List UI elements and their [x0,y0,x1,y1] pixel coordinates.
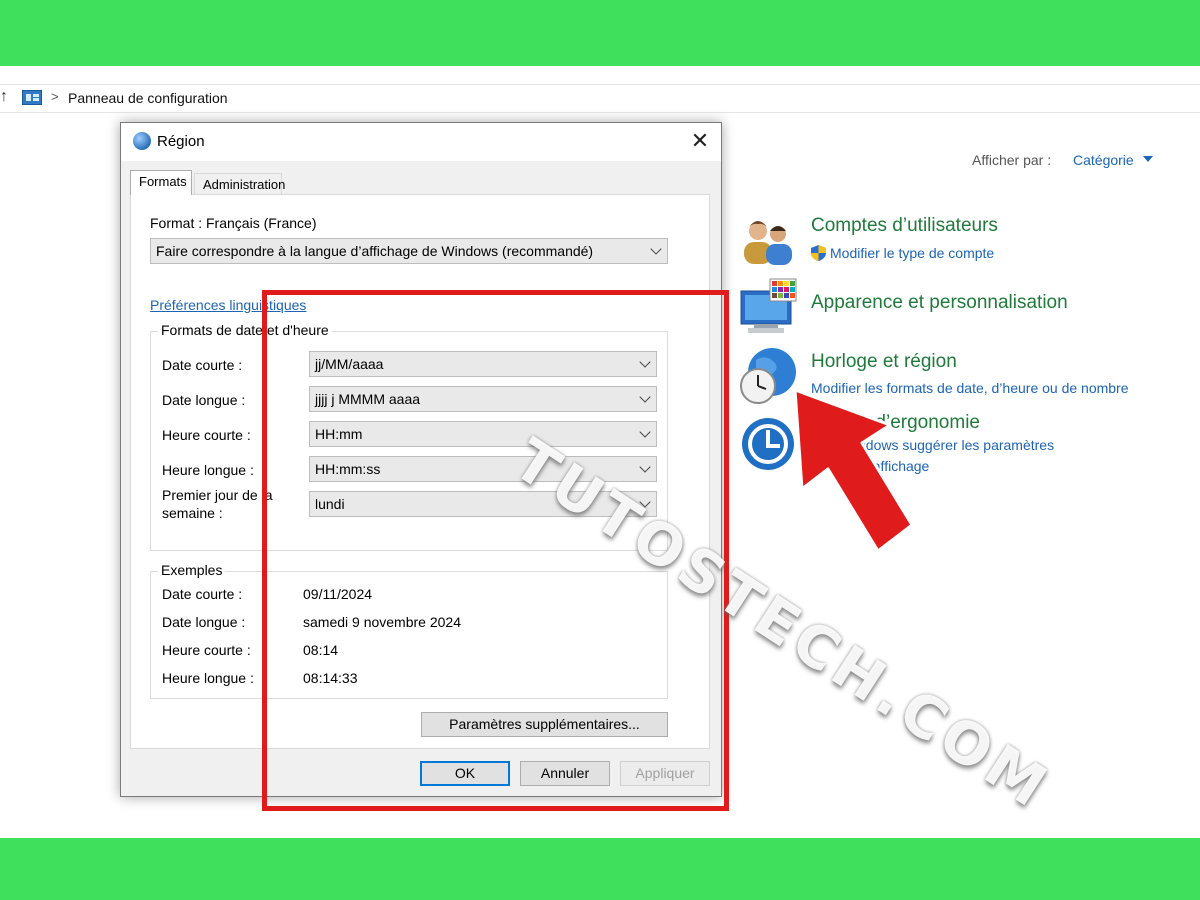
chevron-down-icon [639,356,651,368]
chevron-down-icon[interactable] [1143,156,1153,162]
change-date-formats-link[interactable]: Modifier les formats de date, d’heure ou… [811,380,1129,396]
top-green-band [0,0,1200,66]
change-account-type-link[interactable]: Modifier le type de compte [830,245,994,261]
short-time-label: Heure courte : [162,427,251,443]
close-icon[interactable]: ✕ [687,128,713,154]
long-time-select[interactable]: HH:mm:ss [309,456,657,482]
example-long-date-label: Date longue : [162,614,246,630]
language-preferences-link[interactable]: Préférences linguistiques [150,297,306,313]
globe-icon [133,132,151,150]
example-long-time-value: 08:14:33 [303,670,358,686]
long-date-select[interactable]: jjjj j MMMM aaaa [309,386,657,412]
additional-settings-button[interactable]: Paramètres supplémentaires... [421,712,668,737]
short-date-label: Date courte : [162,357,243,373]
group-title: Formats de date et d'heure [158,322,332,338]
ok-button[interactable]: OK [420,761,510,786]
example-short-date-value: 09/11/2024 [303,586,373,602]
first-day-value: lundi [315,496,345,512]
chevron-down-icon [639,426,651,438]
long-time-value: HH:mm:ss [315,461,381,477]
first-day-select[interactable]: lundi [309,491,657,517]
view-by-dropdown[interactable]: Catégorie [1073,152,1134,168]
suggest-settings-link[interactable]: ndows suggérer les paramètres [858,437,1054,453]
breadcrumb-separator[interactable]: > [51,89,59,104]
clock-globe-icon[interactable] [736,344,798,408]
category-user-accounts[interactable]: Comptes d’utilisateurs [811,215,998,237]
first-day-label: Premier jour de la semaine : [162,487,273,521]
format-select-value: Faire correspondre à la langue d’afficha… [156,243,594,259]
example-short-time-value: 08:14 [303,642,339,658]
long-time-label: Heure longue : [162,462,254,478]
uac-shield-icon [811,245,826,261]
example-long-time-label: Heure longue : [162,670,254,686]
chevron-down-icon [639,391,651,403]
dialog-title: Région [157,133,205,150]
tab-administration[interactable]: Administration [194,173,285,195]
group-title: Exemples [158,562,226,578]
cancel-button[interactable]: Annuler [520,761,610,786]
breadcrumb-control-panel[interactable]: Panneau de configuration [68,90,228,106]
chevron-down-icon [650,243,662,255]
address-bar: ↑ > Panneau de configuration [0,84,1200,113]
format-select[interactable]: Faire correspondre à la langue d’afficha… [150,238,668,264]
category-ease-of-access[interactable]: tions d’ergonomie [830,412,980,434]
example-long-date-value: samedi 9 novembre 2024 [303,614,461,630]
long-date-value: jjjj j MMMM aaaa [315,391,421,407]
view-by-label: Afficher par : [972,152,1052,168]
category-appearance[interactable]: Apparence et personnalisation [811,292,1068,314]
control-panel-icon [22,90,42,105]
category-clock-region[interactable]: Horloge et région [811,351,957,373]
monitor-palette-icon[interactable] [740,278,798,336]
short-time-select[interactable]: HH:mm [309,421,657,447]
format-label: Format : Français (France) [150,215,317,231]
example-short-date-label: Date courte : [162,586,243,602]
ease-of-access-icon[interactable] [740,416,796,472]
example-short-time-label: Heure courte : [162,642,251,658]
region-dialog: Région ✕ Formats Administration Format :… [120,122,722,797]
dialog-titlebar[interactable]: Région ✕ [121,123,721,161]
tab-formats[interactable]: Formats [130,170,192,195]
examples-group: Exemples Date courte : 09/11/2024 Date l… [150,562,668,699]
short-date-value: jj/MM/aaaa [315,356,384,372]
apply-button[interactable]: Appliquer [620,761,710,786]
bottom-green-band [0,838,1200,900]
formats-panel: Format : Français (France) Faire corresp… [130,194,710,749]
chevron-down-icon [639,496,651,508]
long-date-label: Date longue : [162,392,246,408]
date-time-formats-group: Formats de date et d'heure Date courte :… [150,322,668,551]
short-time-value: HH:mm [315,426,363,442]
short-date-select[interactable]: jj/MM/aaaa [309,351,657,377]
optimize-display-link[interactable]: r l’affichage [858,458,929,474]
chevron-down-icon [639,461,651,473]
users-icon[interactable] [740,217,796,267]
up-arrow-icon[interactable]: ↑ [0,88,8,106]
